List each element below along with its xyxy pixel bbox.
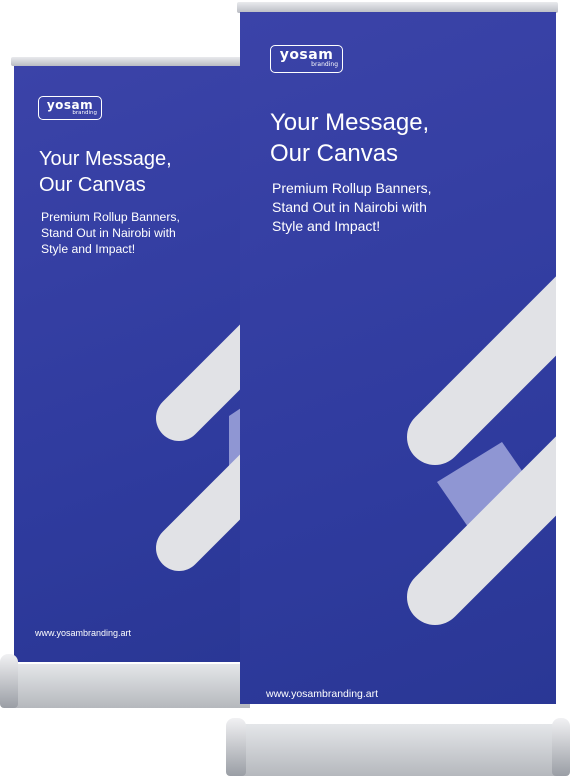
top-rail [11, 57, 250, 66]
headline-line: Your Message, [39, 148, 172, 170]
banner-base [0, 652, 250, 710]
tagline-line: Premium Rollup Banners, [41, 210, 180, 224]
headline-line: Our Canvas [270, 140, 399, 167]
tagline-line: Stand Out in Nairobi with [272, 199, 427, 215]
banner-mockup-stage: yosam branding Your Message, Our Canvas … [0, 0, 570, 778]
headline-line: Our Canvas [39, 174, 146, 196]
brand-logo: yosam branding [270, 45, 343, 73]
rollup-banner-front: yosam branding Your Message, Our Canvas … [226, 0, 570, 778]
tagline: Premium Rollup Banners, Stand Out in Nai… [272, 179, 542, 236]
logo-wordmark: yosam [279, 47, 334, 63]
headline: Your Message, Our Canvas [270, 107, 540, 169]
base-foot-left [226, 718, 246, 776]
tagline-line: Stand Out in Nairobi with [41, 226, 176, 240]
website-url: www.yosambranding.art [266, 688, 379, 700]
website-url: www.yosambranding.art [35, 628, 132, 638]
brand-logo: yosam branding [38, 96, 102, 120]
banner-panel: yosam branding Your Message, Our Canvas … [14, 66, 250, 662]
base-foot-left [0, 654, 18, 708]
base-plate [240, 724, 558, 776]
rollup-banner-back: yosam branding Your Message, Our Canvas … [0, 0, 250, 710]
tagline: Premium Rollup Banners, Stand Out in Nai… [41, 209, 241, 257]
tagline-line: Style and Impact! [272, 218, 381, 234]
base-plate [14, 664, 250, 708]
tagline-line: Style and Impact! [41, 242, 136, 256]
upper-capsule [407, 276, 556, 465]
base-foot-right [552, 718, 570, 776]
tagline-line: Premium Rollup Banners, [272, 180, 432, 196]
banner-base [226, 714, 570, 778]
banner-panel: yosam branding Your Message, Our Canvas … [240, 12, 556, 704]
headline: Your Message, Our Canvas [39, 146, 239, 198]
headline-line: Your Message, [270, 109, 430, 136]
